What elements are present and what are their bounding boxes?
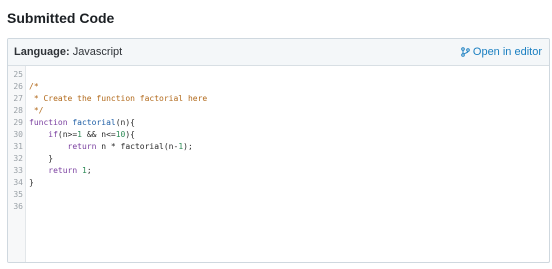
code-token: * Create the function factorial here xyxy=(29,94,208,103)
open-in-editor-link[interactable]: Open in editor xyxy=(461,45,542,59)
panel-header: Language: Javascript Open in editor xyxy=(8,39,549,66)
code-line: return 1; xyxy=(29,165,549,177)
line-number-gutter: 25 26 27 28 29 30 31 32 33 34 35 36 xyxy=(8,66,26,262)
line-number: 35 xyxy=(13,190,23,199)
open-in-editor-label[interactable]: Open in editor xyxy=(473,45,542,59)
code-token: } xyxy=(29,154,54,163)
line-number: 36 xyxy=(13,202,23,211)
line-number: 32 xyxy=(13,154,23,163)
code-token: } xyxy=(29,178,34,187)
code-token: /* xyxy=(29,82,39,91)
code-token: (n>= xyxy=(57,130,78,139)
branch-icon xyxy=(461,47,470,57)
code-line: } xyxy=(29,177,549,189)
code-editor[interactable]: 25 26 27 28 29 30 31 32 33 34 35 36 /* * Create the… xyxy=(8,66,549,262)
code-token: ){ xyxy=(125,130,135,139)
code-token: return xyxy=(67,142,97,151)
code-token: factorial xyxy=(72,118,116,127)
line-number: 26 xyxy=(13,82,23,91)
code-token: ); xyxy=(183,142,193,151)
page-title: Submitted Code xyxy=(7,10,115,26)
line-number: 31 xyxy=(13,142,23,151)
line-number: 34 xyxy=(13,178,23,187)
code-line: } xyxy=(29,153,549,165)
code-token: n * factorial(n- xyxy=(96,142,179,151)
code-token: (n){ xyxy=(115,118,135,127)
line-number: 30 xyxy=(13,130,23,139)
code-body[interactable]: /* * Create the function factorial here … xyxy=(26,66,549,262)
language-value: Javascript xyxy=(72,46,123,58)
line-number: 33 xyxy=(13,166,23,175)
language-label: Language: xyxy=(14,46,70,58)
code-token: function xyxy=(29,118,68,127)
code-line: return n * factorial(n-1); xyxy=(29,141,549,153)
code-line: /* xyxy=(29,81,549,93)
line-number: 28 xyxy=(13,106,23,115)
code-line: if(n>=1 && n<=10){ xyxy=(29,129,549,141)
code-line: function factorial(n){ xyxy=(29,117,549,129)
language-indicator: Language: Javascript xyxy=(14,45,122,59)
code-line: * Create the function factorial here xyxy=(29,93,549,105)
code-panel: Language: Javascript Open in editor 25 26… xyxy=(7,38,550,263)
code-token: */ xyxy=(29,106,44,115)
code-token: 10 xyxy=(115,130,126,139)
line-number: 29 xyxy=(13,118,23,127)
code-line: */ xyxy=(29,105,549,117)
line-number: 27 xyxy=(13,94,23,103)
code-token: ; xyxy=(86,166,92,175)
code-token: if xyxy=(48,130,58,139)
line-number: 25 xyxy=(13,70,23,79)
code-token: return xyxy=(48,166,78,175)
code-token: && n<= xyxy=(82,130,116,139)
